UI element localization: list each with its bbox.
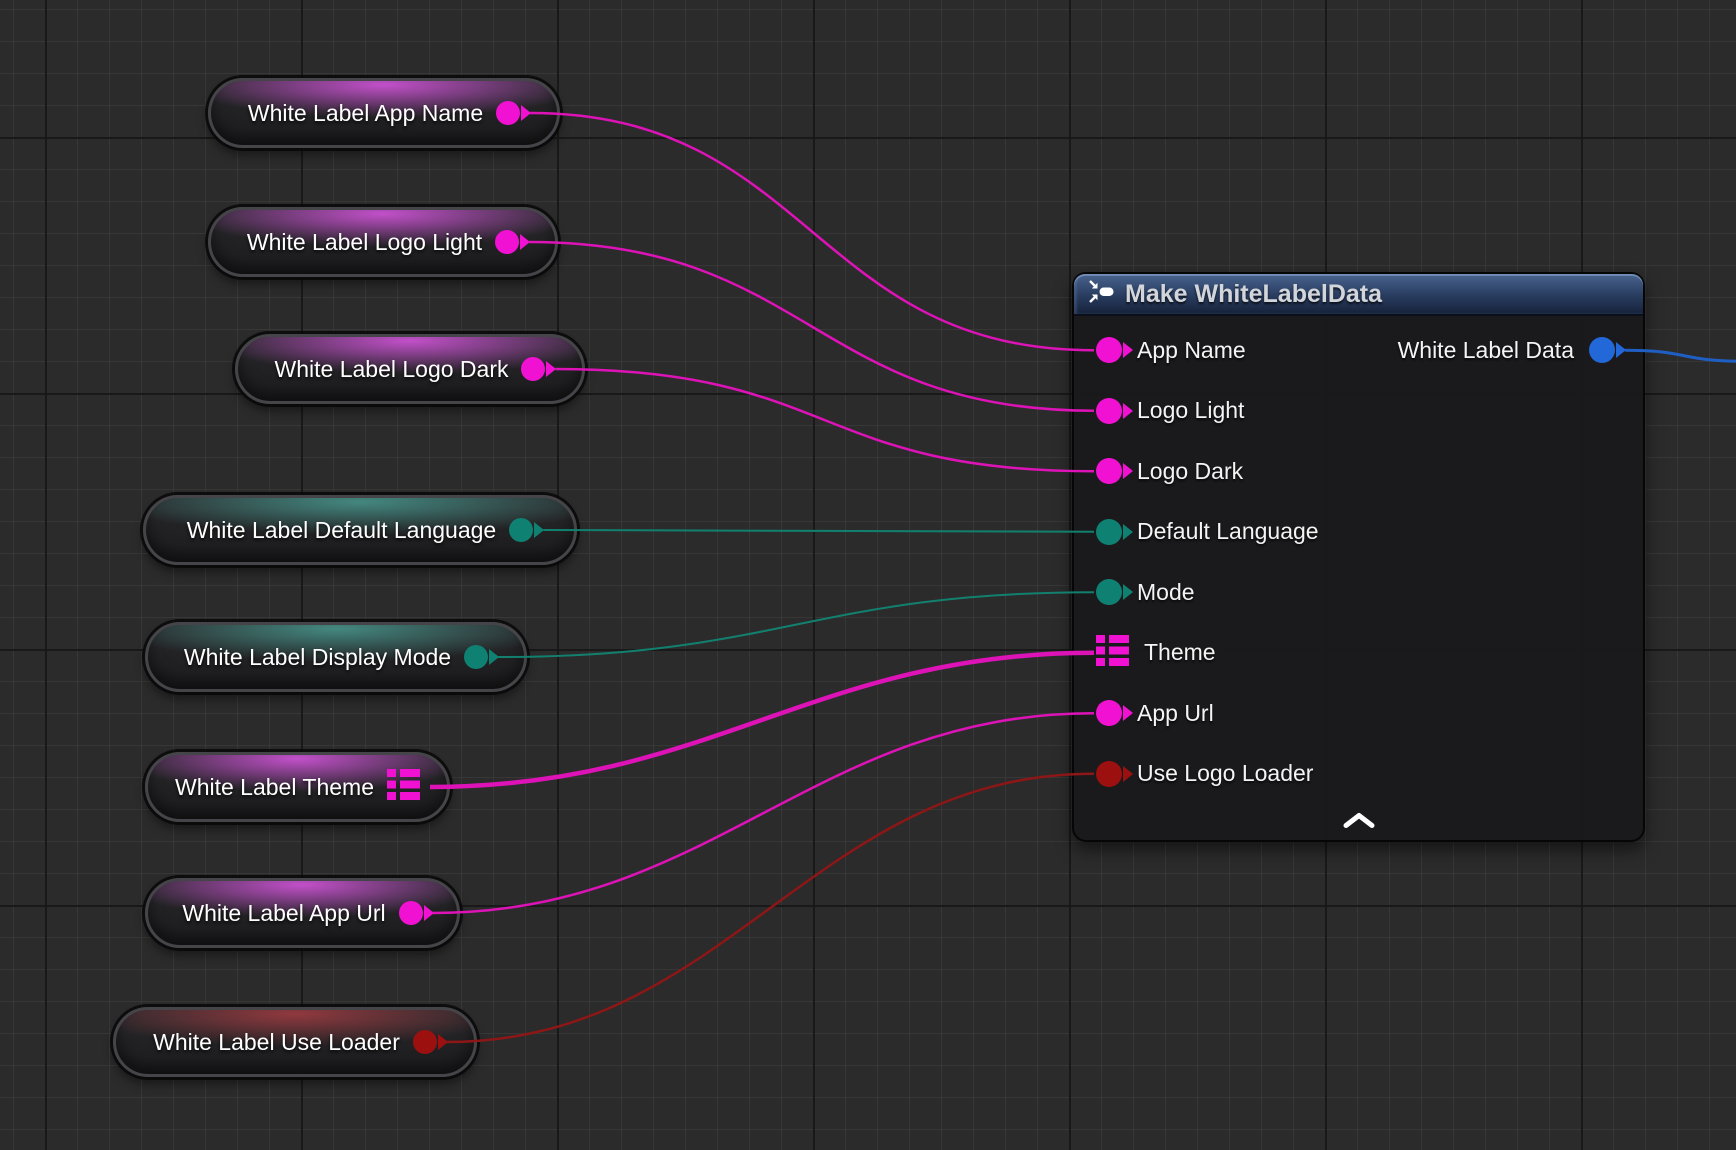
pin-row: Use Logo Loader bbox=[1074, 744, 1643, 805]
input-pin-logo-dark[interactable] bbox=[1096, 458, 1122, 484]
variable-node-label: White Label App Name bbox=[248, 100, 483, 127]
pin-label: Logo Light bbox=[1137, 397, 1244, 424]
variable-node-label: White Label Logo Dark bbox=[275, 356, 509, 383]
variable-node-white-label-use-loader[interactable]: White Label Use Loader bbox=[113, 1007, 477, 1077]
input-pin-logo-light[interactable] bbox=[1096, 398, 1122, 424]
variable-node-white-label-app-url[interactable]: White Label App Url bbox=[145, 878, 460, 948]
output-pin[interactable] bbox=[399, 901, 423, 925]
output-pin[interactable] bbox=[521, 357, 545, 381]
make-struct-icon bbox=[1087, 278, 1114, 310]
input-pin-use-logo-loader[interactable] bbox=[1096, 761, 1122, 787]
pin-row: Logo Dark bbox=[1074, 441, 1643, 502]
output-pin[interactable] bbox=[413, 1030, 437, 1054]
input-pin-mode[interactable] bbox=[1096, 579, 1122, 605]
variable-node-label: White Label App Url bbox=[182, 900, 385, 927]
output-pin-white-label-data[interactable] bbox=[1589, 337, 1615, 363]
pin-label: App Name bbox=[1137, 337, 1246, 364]
output-pin[interactable] bbox=[464, 645, 488, 669]
pin-label: Use Logo Loader bbox=[1137, 760, 1313, 787]
variable-node-white-label-app-name[interactable]: White Label App Name bbox=[208, 78, 560, 148]
variable-node-label: White Label Display Mode bbox=[184, 644, 451, 671]
input-pin-app-name[interactable] bbox=[1096, 337, 1122, 363]
make-whitelabeldata-node[interactable]: Make WhiteLabelData App Name White Label… bbox=[1072, 272, 1645, 842]
pin-row: Default Language bbox=[1074, 502, 1643, 563]
variable-node-white-label-default-language[interactable]: White Label Default Language bbox=[143, 495, 577, 565]
pin-label: Mode bbox=[1137, 579, 1195, 606]
struct-pin-icon[interactable] bbox=[1096, 635, 1129, 671]
output-pin[interactable] bbox=[496, 101, 520, 125]
pin-row: App Name White Label Data bbox=[1074, 320, 1643, 381]
input-pin-app-url[interactable] bbox=[1096, 700, 1122, 726]
chevron-up-icon bbox=[1342, 812, 1376, 832]
variable-node-label: White Label Default Language bbox=[187, 517, 496, 544]
variable-node-label: White Label Theme bbox=[175, 774, 374, 801]
pin-label: White Label Data bbox=[1398, 337, 1574, 364]
variable-node-white-label-logo-light[interactable]: White Label Logo Light bbox=[208, 207, 558, 277]
variable-node-white-label-display-mode[interactable]: White Label Display Mode bbox=[145, 622, 527, 692]
output-pin[interactable] bbox=[495, 230, 519, 254]
pin-row: Theme bbox=[1074, 623, 1643, 684]
pin-row: App Url bbox=[1074, 683, 1643, 744]
pin-label: Default Language bbox=[1137, 518, 1319, 545]
variable-node-white-label-logo-dark[interactable]: White Label Logo Dark bbox=[235, 334, 585, 404]
struct-pin-icon[interactable] bbox=[387, 769, 420, 806]
input-pin-default-language[interactable] bbox=[1096, 519, 1122, 545]
variable-node-label: White Label Logo Light bbox=[247, 229, 482, 256]
pin-row: Logo Light bbox=[1074, 381, 1643, 442]
pin-label: Logo Dark bbox=[1137, 458, 1243, 485]
node-title: Make WhiteLabelData bbox=[1125, 280, 1382, 309]
variable-node-label: White Label Use Loader bbox=[153, 1029, 400, 1056]
pin-label: App Url bbox=[1137, 700, 1214, 727]
node-header[interactable]: Make WhiteLabelData bbox=[1074, 274, 1643, 316]
pin-label: Theme bbox=[1144, 639, 1216, 666]
pin-row: Mode bbox=[1074, 562, 1643, 623]
output-pin[interactable] bbox=[509, 518, 533, 542]
variable-node-white-label-theme[interactable]: White Label Theme bbox=[145, 752, 450, 822]
node-pin-rows: App Name White Label Data Logo Light Log… bbox=[1074, 316, 1643, 804]
blueprint-canvas[interactable]: White Label App Name White Label Logo Li… bbox=[0, 0, 1736, 1150]
collapse-node-button[interactable] bbox=[1339, 811, 1379, 833]
